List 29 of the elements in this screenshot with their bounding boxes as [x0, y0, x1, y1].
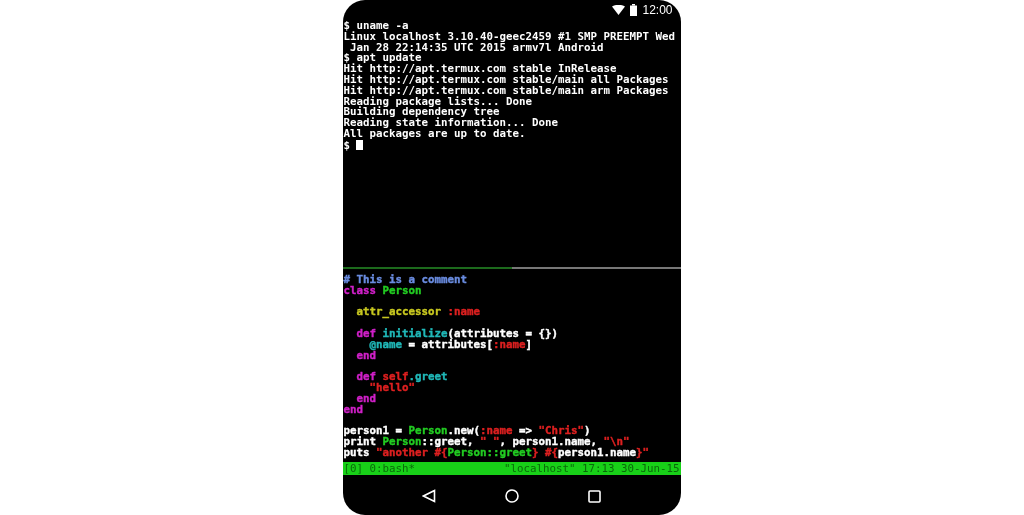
code-line: @name = attributes[:name] — [369, 339, 534, 351]
code-line: def initialize(attributes = {}) — [355, 329, 560, 340]
code-line: "hello" — [368, 382, 416, 394]
code-line: # This is a comment — [342, 275, 468, 286]
battery-icon — [630, 3, 638, 16]
host-time-label: "localhost" 17:13 30-Jun-15 — [504, 462, 680, 475]
code-line: class Person — [342, 285, 423, 297]
session-label: [0] 0:bash* — [343, 462, 415, 475]
clock-text: 12:00 — [642, 2, 673, 17]
code-line: print Person::greet, " ", person1.name, "\n" — [342, 436, 630, 448]
terminal-line: Linux localhost 3.10.40-geec2459 #1 SMP PREEMPT Wed — [342, 31, 676, 43]
terminal-line: Reading package lists... Done — [342, 96, 532, 108]
code-line: end — [342, 404, 364, 416]
back-icon[interactable] — [422, 489, 436, 503]
terminal-line: $ — [342, 139, 681, 151]
terminal-line: Hit http://apt.termux.com stable/main all Packages — [342, 75, 670, 86]
wifi-icon — [612, 4, 626, 15]
terminal-line: Hit http://apt.termux.com stable InRelease — [342, 64, 617, 75]
code-line: end — [355, 393, 378, 405]
code-line: end — [355, 350, 377, 362]
recents-icon[interactable] — [588, 489, 601, 503]
code-line: attr_accessor :name — [355, 307, 482, 319]
terminal-line: Reading state information... Done — [342, 118, 559, 129]
terminal-line: Hit http://apt.termux.com stable/main arm Packages — [342, 85, 670, 97]
terminal-line: Jan 28 22:14:35 UTC 2015 armv7l Android — [349, 42, 605, 54]
home-icon[interactable] — [505, 489, 519, 503]
code-line: def self.greet — [355, 372, 449, 383]
terminal-line: All packages are up to date. — [342, 128, 527, 140]
terminal-line: $ uname -a — [342, 21, 410, 32]
